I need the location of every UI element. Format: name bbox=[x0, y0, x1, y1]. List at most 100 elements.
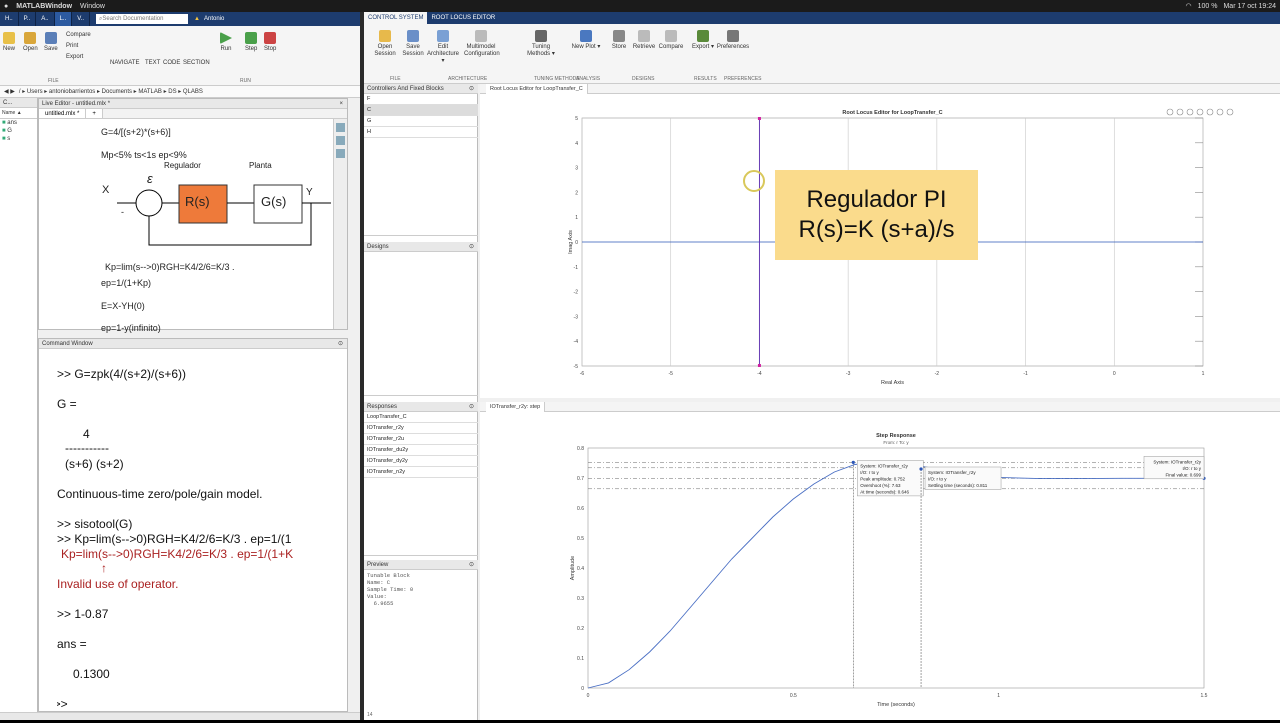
toolbar-icon bbox=[379, 30, 391, 42]
toolbar-button-label: Preferences bbox=[716, 44, 750, 50]
controller-item-h[interactable]: H bbox=[364, 127, 478, 138]
menubar-status-area: ◠ 100 % Mar 17 oct 19:24 bbox=[1186, 0, 1277, 12]
toolbar-group-label: DESIGNS bbox=[632, 76, 655, 82]
controller-item-f[interactable]: F bbox=[364, 94, 478, 105]
panel-menu-icon[interactable]: ⊙ bbox=[469, 403, 474, 410]
code-group[interactable]: CODE bbox=[163, 60, 180, 66]
y-tick-label: 0.4 bbox=[577, 566, 584, 572]
tab-plots[interactable]: P.. bbox=[19, 12, 37, 26]
notification-bell-icon[interactable]: ▲ bbox=[194, 16, 200, 22]
step-tab-bar: IOTransfer_r2y: step bbox=[480, 401, 1280, 412]
documentation-search-input[interactable]: ⌕ Search Documentation bbox=[96, 14, 189, 24]
live-editor-tabs: untitled.mlx * + bbox=[39, 109, 347, 119]
open-button[interactable]: Open bbox=[23, 32, 38, 52]
panel-menu-icon[interactable]: ⊙ bbox=[338, 340, 343, 347]
run-button[interactable]: Run bbox=[220, 32, 232, 52]
tab-home[interactable]: H.. bbox=[0, 12, 19, 26]
panel-menu-icon[interactable]: ⊙ bbox=[469, 243, 474, 250]
file-item-s[interactable]: ■ s bbox=[0, 135, 37, 143]
response-item[interactable]: IOTransfer_du2y bbox=[364, 445, 478, 456]
live-line-kp: Kp=lim(s-->0)RGH=K4/2/6=K/3 . bbox=[105, 262, 235, 272]
step-button[interactable]: Step bbox=[245, 32, 257, 52]
cmd-line: >> G=zpk(4/(s+2)/(s+6)) bbox=[57, 367, 187, 381]
toolbar-button-compare[interactable]: Compare bbox=[654, 30, 688, 51]
command-prompt[interactable]: fx >> bbox=[57, 697, 68, 711]
x-tick-label: -2 bbox=[935, 371, 940, 377]
close-icon[interactable]: × bbox=[339, 101, 343, 107]
toolbar-group-label: ANALYSIS bbox=[576, 76, 601, 82]
tab-control-system[interactable]: CONTROL SYSTEM bbox=[364, 12, 428, 24]
response-item[interactable]: IOTransfer_r2u bbox=[364, 434, 478, 445]
step-response-plot[interactable]: 0 0.5 1 1.5 0 0.1 0.2 0.3 0.4 0.5 0.6 0.7 0.8 Step Re… bbox=[480, 412, 1280, 718]
live-editor-panel: Live Editor - untitled.mlx * × untitled.m… bbox=[38, 98, 348, 333]
toolbar-button-new-plot[interactable]: New Plot ▾ bbox=[569, 30, 603, 51]
panel-menu-icon[interactable]: ⊙ bbox=[469, 561, 474, 568]
toolbar-button-save-session[interactable]: Save Session bbox=[396, 30, 430, 58]
y-tick-label: -1 bbox=[574, 265, 579, 271]
step-response-tab[interactable]: IOTransfer_r2y: step bbox=[486, 401, 546, 412]
variable-icon: ■ bbox=[2, 136, 6, 142]
tab-apps[interactable]: A.. bbox=[36, 12, 55, 26]
live-editor-content[interactable]: G=4/[(s+2)*(s+6)] Mp<5% ts<1s ep<9% X ε … bbox=[85, 121, 331, 333]
response-item[interactable]: IOTransfer_n2y bbox=[364, 467, 478, 478]
wifi-icon[interactable]: ◠ bbox=[1186, 2, 1192, 10]
user-menu[interactable]: Antonio bbox=[204, 16, 224, 22]
hide-code-icon[interactable] bbox=[336, 149, 345, 158]
tab-untitled-mlx[interactable]: untitled.mlx * bbox=[39, 109, 87, 118]
tab-root-locus-editor[interactable]: ROOT LOCUS EDITOR bbox=[427, 12, 499, 24]
toolbar-group-label: RESULTS bbox=[694, 76, 717, 82]
designs-panel: Designs ⊙ bbox=[364, 242, 478, 396]
toolbar-button-edit-architecture[interactable]: Edit Architecture ▾ bbox=[426, 30, 460, 65]
menubar-window-menu[interactable]: Window bbox=[80, 3, 105, 10]
command-window[interactable]: Command Window ⊙ >> G=zpk(4/(s+2)/(s+6)) … bbox=[38, 338, 348, 712]
name-column-header[interactable]: Name ▲ bbox=[0, 108, 37, 119]
response-item[interactable]: LoopTransfer_C bbox=[364, 412, 478, 423]
stop-button[interactable]: Stop bbox=[264, 32, 276, 52]
toolbar-button-tuning-methods[interactable]: Tuning Methods ▾ bbox=[524, 30, 558, 58]
apple-icon[interactable]: ● bbox=[4, 3, 8, 10]
export-button[interactable]: Export bbox=[66, 52, 91, 63]
regulator-label: Regulador bbox=[164, 161, 201, 170]
toolbar-button-multimodel-configuration[interactable]: Multimodel Configuration bbox=[464, 30, 500, 58]
output-right-icon[interactable] bbox=[336, 136, 345, 145]
control-system-designer-window: CONTROL SYSTEM ROOT LOCUS EDITOR Open Se… bbox=[364, 12, 1280, 720]
y-axis-label: Amplitude bbox=[570, 556, 576, 580]
x-tick-label: 0 bbox=[1113, 371, 1116, 377]
compare-button[interactable]: Compare bbox=[66, 30, 91, 41]
response-item[interactable]: IOTransfer_dy2y bbox=[364, 456, 478, 467]
toolbar-button-export[interactable]: Export ▾ bbox=[686, 30, 720, 51]
variable-icon: ■ bbox=[2, 120, 6, 126]
response-item[interactable]: IOTransfer_r2y bbox=[364, 423, 478, 434]
command-window-output[interactable]: >> G=zpk(4/(s+2)/(s+6)) G = 4 ----------… bbox=[57, 355, 343, 711]
text-group[interactable]: TEXT bbox=[145, 60, 160, 66]
controller-item-c[interactable]: C bbox=[364, 105, 478, 116]
clock-label[interactable]: Mar 17 oct 19:24 bbox=[1223, 3, 1276, 10]
x-tick-label: 1 bbox=[1202, 371, 1205, 377]
battery-label[interactable]: 100 % bbox=[1198, 3, 1218, 10]
print-button[interactable]: Print bbox=[66, 41, 91, 52]
plot-toolbar-icon bbox=[1206, 108, 1214, 116]
file-item-ans[interactable]: ■ ans bbox=[0, 119, 37, 127]
current-folder-address-bar[interactable]: ◀ ▶ / ▸ Users ▸ antoniobarrientos ▸ Docu… bbox=[0, 86, 360, 98]
navigate-group[interactable]: NAVIGATE bbox=[110, 60, 139, 66]
new-button[interactable]: New bbox=[3, 32, 15, 52]
controller-item-g[interactable]: G bbox=[364, 116, 478, 127]
output-inline-icon[interactable] bbox=[336, 123, 345, 132]
menubar-app-name[interactable]: MATLABWindow bbox=[16, 3, 72, 10]
tab-live-editor[interactable]: L.. bbox=[54, 12, 73, 26]
save-button[interactable]: Save bbox=[44, 32, 58, 52]
back-arrow-icon[interactable]: ◀ ▶ bbox=[4, 88, 15, 95]
toolbar-icon bbox=[697, 30, 709, 42]
cmd-line: >> sisotool(G) bbox=[57, 517, 133, 531]
file-item-g[interactable]: ■ G bbox=[0, 127, 37, 135]
address-path[interactable]: / ▸ Users ▸ antoniobarrientos ▸ Document… bbox=[19, 88, 203, 95]
root-locus-tab[interactable]: Root Locus Editor for LoopTransfer_C bbox=[486, 83, 588, 94]
panel-menu-icon[interactable]: ⊙ bbox=[469, 85, 474, 92]
toolbar-button-preferences[interactable]: Preferences bbox=[716, 30, 750, 51]
x-axis-label: Real Axis bbox=[881, 380, 904, 386]
add-tab-button[interactable]: + bbox=[86, 109, 103, 118]
section-group[interactable]: SECTION bbox=[183, 60, 210, 66]
datatip-text: System: IOTransfer_r2y bbox=[860, 463, 908, 468]
status-counter: 14 bbox=[367, 712, 373, 718]
tab-view[interactable]: V.. bbox=[72, 12, 91, 26]
